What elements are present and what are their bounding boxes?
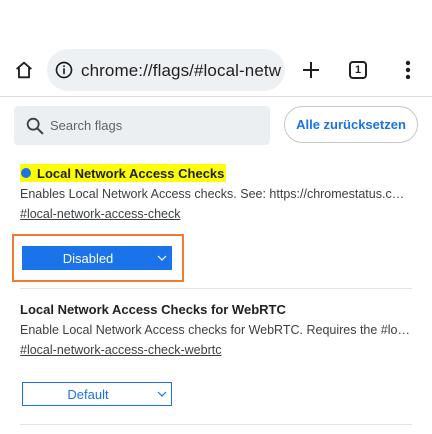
browser-toolbar: chrome://flags/#local-netw 1 <box>0 46 432 94</box>
search-input[interactable] <box>50 106 260 145</box>
info-icon[interactable] <box>54 60 74 80</box>
flag-description: Enables Local Network Access checks. See… <box>20 187 410 201</box>
status-bar-area <box>0 0 432 46</box>
flag-title-text: Local Network Access Checks <box>37 165 225 181</box>
divider <box>20 288 412 289</box>
tab-switcher-icon: 1 <box>349 61 367 79</box>
flag-state-select[interactable]: Default <box>22 382 172 406</box>
omnibox[interactable]: chrome://flags/#local-netw <box>47 49 285 91</box>
flag-local-network-access-check: Local Network Access Checks Enables Loca… <box>20 164 412 223</box>
reset-all-button[interactable]: Alle zurücksetzen <box>284 106 418 143</box>
new-tab-button[interactable] <box>297 56 325 84</box>
plus-icon <box>303 62 319 78</box>
flag-title: Local Network Access Checks for WebRTC <box>20 301 286 317</box>
url-text[interactable]: chrome://flags/#local-netw <box>81 61 281 81</box>
flag-permalink[interactable]: #local-network-access-check <box>20 207 180 221</box>
more-vert-icon <box>405 60 411 80</box>
tab-count: 1 <box>354 63 362 76</box>
flag-title: Local Network Access Checks <box>20 164 227 182</box>
divider <box>20 424 412 425</box>
flag-permalink[interactable]: #local-network-access-check-webrtc <box>20 343 221 357</box>
flag-local-network-access-check-webrtc: Local Network Access Checks for WebRTC E… <box>20 300 412 359</box>
chevron-down-icon <box>153 255 171 261</box>
flags-search-bar: Alle zurücksetzen <box>0 96 432 156</box>
select-value: Disabled <box>62 250 114 266</box>
home-button[interactable] <box>10 56 38 84</box>
modified-dot-icon <box>21 168 31 178</box>
select-value: Default <box>67 386 109 402</box>
search-icon <box>26 117 44 135</box>
tab-switcher-button[interactable]: 1 <box>346 58 370 82</box>
home-icon <box>16 61 32 79</box>
flag-state-select[interactable]: Disabled <box>22 246 172 270</box>
menu-button[interactable] <box>396 56 420 84</box>
flag-description: Enable Local Network Access checks for W… <box>20 322 410 337</box>
search-field[interactable] <box>14 106 270 145</box>
chevron-down-icon <box>153 391 171 397</box>
